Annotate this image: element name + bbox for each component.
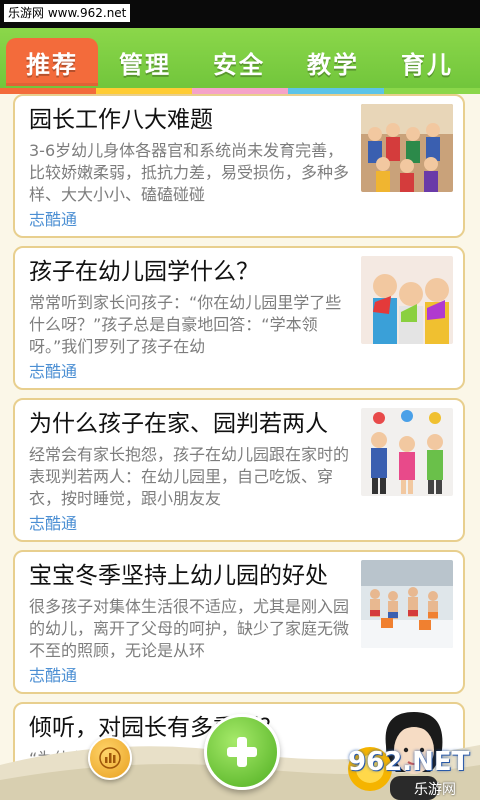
chart-icon — [99, 747, 121, 769]
article-card[interactable]: 为什么孩子在家、园判若两人 经常会有家长抱怨，孩子在幼儿园跟在家时的表现判若两人… — [13, 398, 465, 542]
article-list[interactable]: 园长工作八大难题 3-6岁幼儿身体各器官和系统尚未发育完善，比较娇嫩柔弱，抵抗力… — [0, 94, 480, 800]
article-source[interactable]: 志酷通 — [29, 666, 77, 686]
tab-teaching[interactable]: 教学 — [288, 38, 378, 86]
corner-watermark: 962.NET 乐游网 — [340, 735, 480, 800]
watermark-label: 乐游网 www.962.net — [4, 4, 131, 22]
tab-safety[interactable]: 安全 — [194, 38, 284, 86]
article-title: 为什么孩子在家、园判若两人 — [29, 411, 328, 437]
category-tab-bar: 推荐 管理 安全 教学 育儿 — [0, 28, 480, 94]
stats-button[interactable] — [88, 736, 132, 780]
article-thumbnail — [361, 560, 453, 648]
article-card[interactable]: 孩子在幼儿园学什么？ 常常听到家长问孩子：“你在幼儿园里学了些什么呀？”孩子总是… — [13, 246, 465, 390]
add-button[interactable] — [204, 714, 280, 790]
article-summary: 经常会有家长抱怨，孩子在幼儿园跟在家时的表现判若两人：在幼儿园里，自己吃饭、穿衣… — [29, 445, 350, 508]
article-source[interactable]: 志酷通 — [29, 210, 77, 230]
tab-management[interactable]: 管理 — [100, 38, 190, 86]
article-thumbnail — [361, 408, 453, 496]
article-summary: 常常听到家长问孩子：“你在幼儿园里学了些什么呀？”孩子总是自豪地回答：“学本领呀… — [29, 293, 342, 356]
article-title: 宝宝冬季坚持上幼儿园的好处 — [29, 563, 328, 589]
article-thumbnail — [361, 104, 453, 192]
article-title: 园长工作八大难题 — [29, 107, 213, 133]
tab-parenting[interactable]: 育儿 — [382, 38, 472, 86]
watermark-subtext: 乐游网 — [414, 782, 456, 798]
article-card[interactable]: 宝宝冬季坚持上幼儿园的好处 很多孩子对集体生活很不适应，尤其是刚入园的幼儿，离开… — [13, 550, 465, 694]
plus-icon — [227, 737, 257, 767]
article-card[interactable]: 园长工作八大难题 3-6岁幼儿身体各器官和系统尚未发育完善，比较娇嫩柔弱，抵抗力… — [13, 94, 465, 238]
status-bar: 乐游网 www.962.net — [0, 0, 480, 28]
article-source[interactable]: 志酷通 — [29, 362, 77, 382]
article-summary: 很多孩子对集体生活很不适应，尤其是刚入园的幼儿，离开了父母的呵护，缺少了家庭无微… — [29, 597, 350, 660]
article-summary: 3-6岁幼儿身体各器官和系统尚未发育完善，比较娇嫩柔弱，抵抗力差，易受损伤，多种… — [29, 141, 350, 204]
article-thumbnail — [361, 256, 453, 344]
article-title: 孩子在幼儿园学什么？ — [29, 259, 259, 285]
article-source[interactable]: 志酷通 — [29, 514, 77, 534]
watermark-brand: 962.NET — [348, 747, 470, 777]
tab-recommend[interactable]: 推荐 — [6, 38, 98, 86]
